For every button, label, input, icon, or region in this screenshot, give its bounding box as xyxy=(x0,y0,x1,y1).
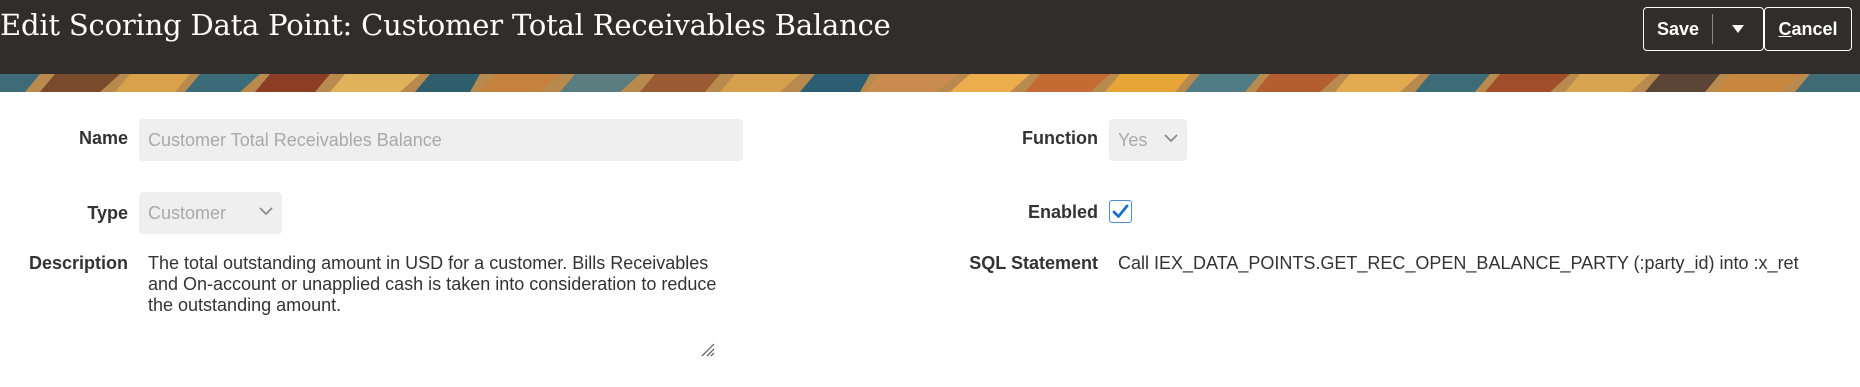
save-button-group: Save xyxy=(1643,7,1764,51)
sql-statement-label: SQL Statement xyxy=(969,253,1098,273)
function-select[interactable]: Yes xyxy=(1109,119,1187,161)
type-select[interactable]: Customer xyxy=(139,192,282,234)
description-label: Description xyxy=(28,253,128,273)
chevron-down-icon xyxy=(259,207,273,216)
function-select-value: Yes xyxy=(1118,130,1148,150)
name-field[interactable]: Customer Total Receivables Balance xyxy=(139,119,743,161)
cancel-accesskey: C xyxy=(1778,18,1792,39)
save-menu-button[interactable] xyxy=(1713,8,1763,50)
name-label: Name xyxy=(78,128,128,148)
chevron-down-icon xyxy=(1164,134,1178,143)
type-label: Type xyxy=(87,203,128,223)
enabled-checkbox[interactable] xyxy=(1109,200,1132,223)
save-button[interactable]: Save xyxy=(1644,8,1712,50)
type-select-value: Customer xyxy=(148,203,227,223)
checkmark-icon xyxy=(1112,204,1129,218)
cancel-button[interactable]: Cancel xyxy=(1764,7,1852,51)
description-textarea[interactable]: The total outstanding amount in USD for … xyxy=(148,253,728,316)
enabled-label: Enabled xyxy=(1027,202,1098,222)
function-label: Function xyxy=(1022,128,1098,148)
page-header: Edit Scoring Data Point: Customer Total … xyxy=(0,0,1860,74)
caret-down-icon xyxy=(1732,25,1744,33)
page-title: Edit Scoring Data Point: Customer Total … xyxy=(0,8,891,42)
banner-pattern-image xyxy=(0,74,1860,92)
decorative-banner xyxy=(0,74,1860,92)
cancel-label: ancel xyxy=(1791,18,1838,39)
resize-handle-icon[interactable] xyxy=(699,341,715,357)
sql-statement-value: Call IEX_DATA_POINTS.GET_REC_OPEN_BALANC… xyxy=(1118,253,1799,273)
